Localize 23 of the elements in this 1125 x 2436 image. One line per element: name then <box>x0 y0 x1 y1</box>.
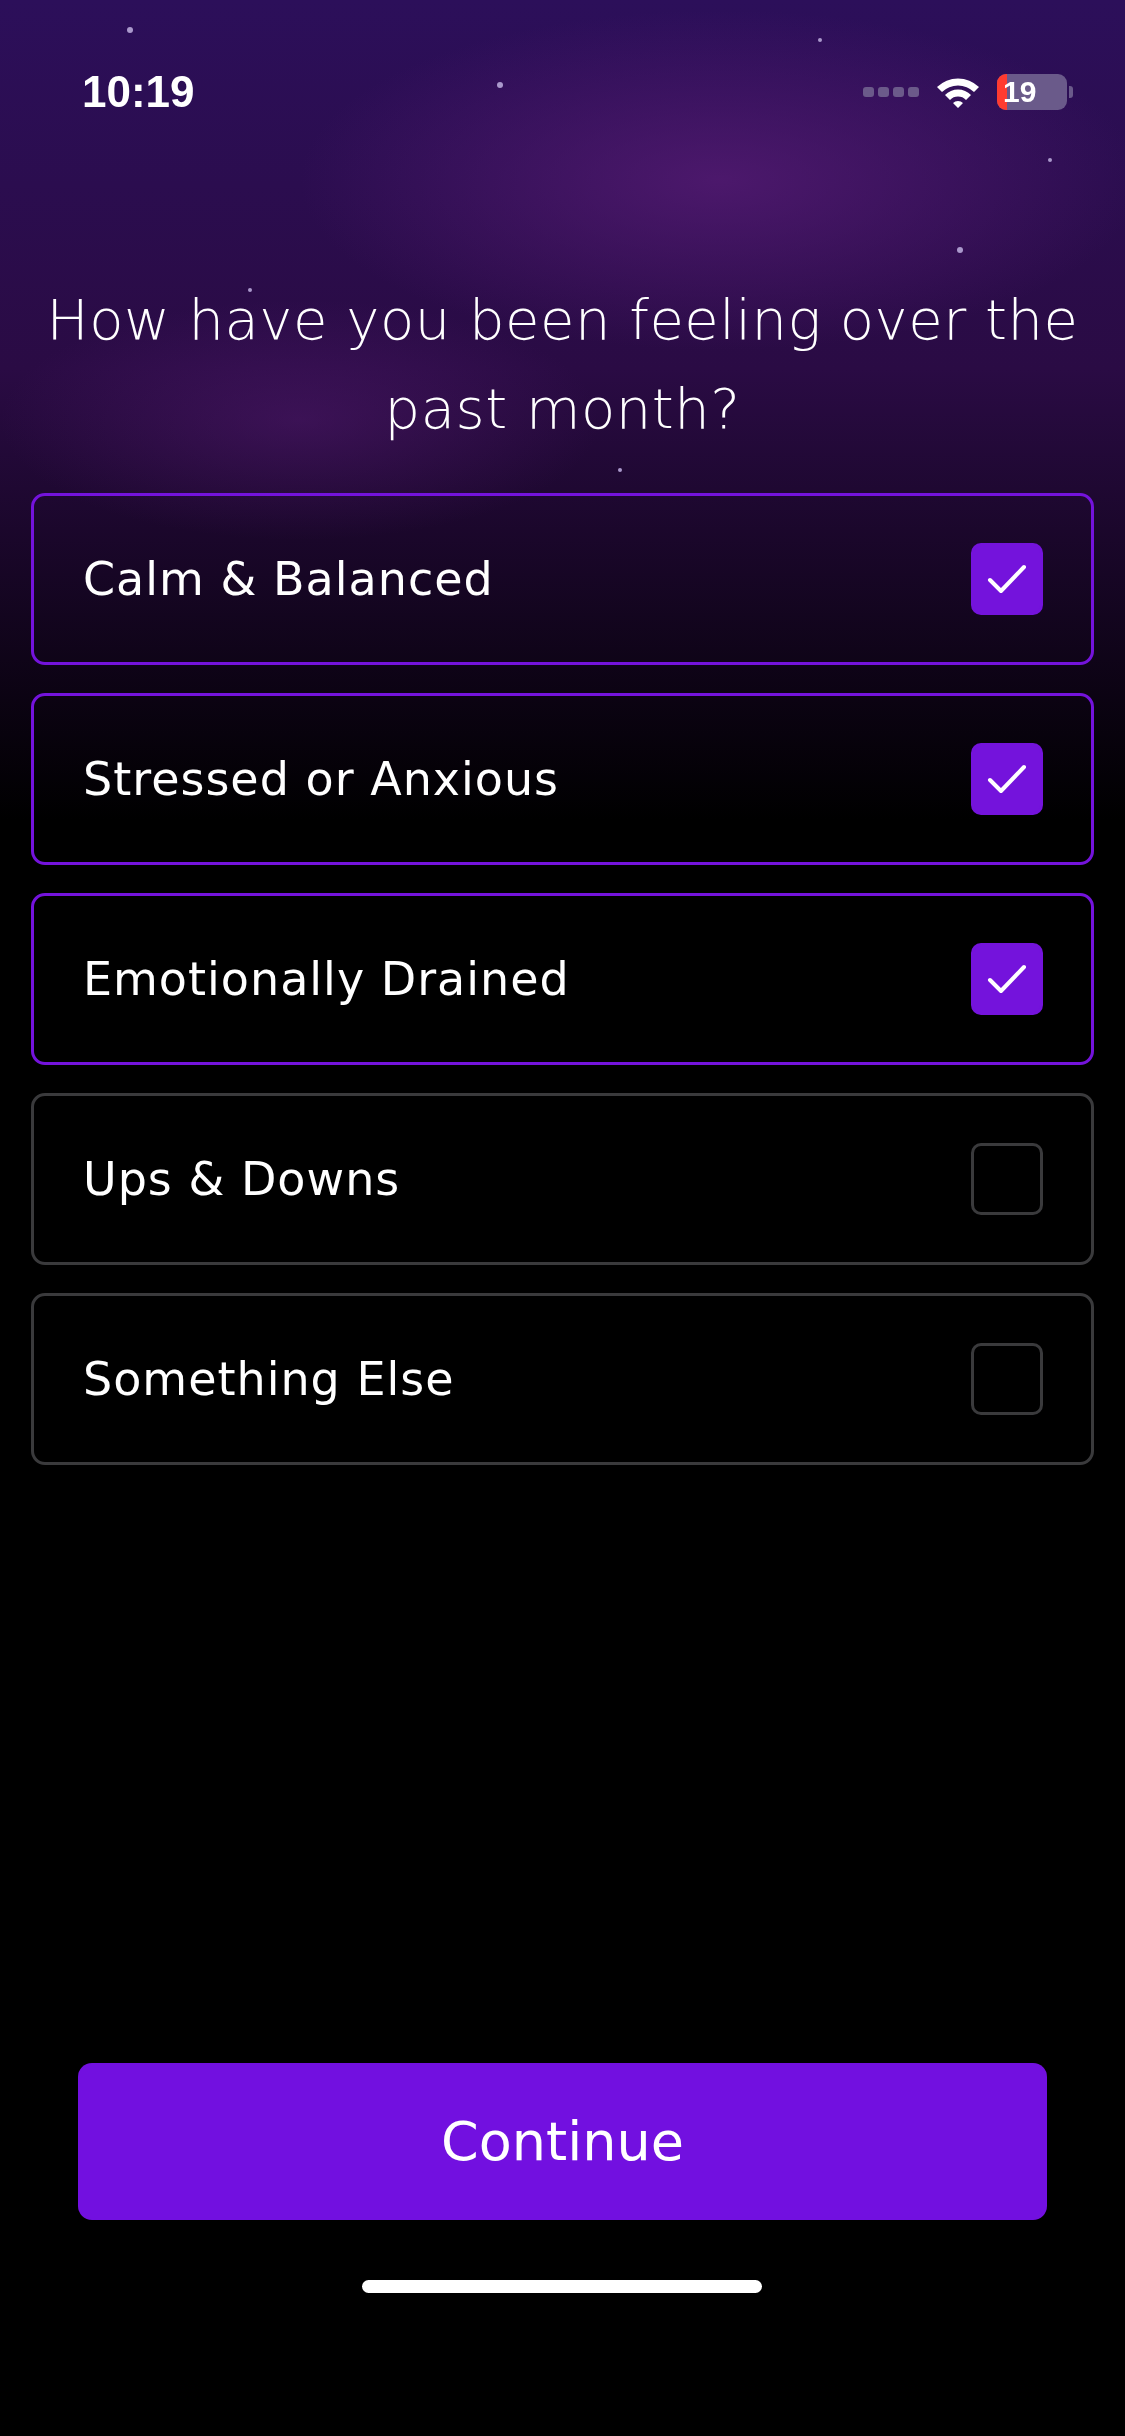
option-label: Something Else <box>83 1350 455 1408</box>
option-card[interactable]: Ups & Downs <box>31 1093 1094 1265</box>
option-label: Calm & Balanced <box>83 550 494 608</box>
option-card[interactable]: Something Else <box>31 1293 1094 1465</box>
option-label: Ups & Downs <box>83 1150 401 1208</box>
continue-button[interactable]: Continue <box>78 2063 1047 2220</box>
option-card[interactable]: Stressed or Anxious <box>31 693 1094 865</box>
question-title: How have you been feeling over the past month? <box>45 286 1080 443</box>
checkbox[interactable] <box>971 543 1043 615</box>
checkbox[interactable] <box>971 743 1043 815</box>
option-card[interactable]: Calm & Balanced <box>31 493 1094 665</box>
option-label: Stressed or Anxious <box>83 750 560 808</box>
option-card[interactable]: Emotionally Drained <box>31 893 1094 1065</box>
wifi-icon <box>935 75 981 109</box>
checkbox[interactable] <box>971 943 1043 1015</box>
option-label: Emotionally Drained <box>83 950 570 1008</box>
checkmark-icon <box>987 963 1027 995</box>
status-time: 10:19 <box>82 70 195 114</box>
checkbox[interactable] <box>971 1143 1043 1215</box>
checkbox[interactable] <box>971 1343 1043 1415</box>
checkmark-icon <box>987 563 1027 595</box>
cellular-signal-icon <box>863 85 919 99</box>
checkmark-icon <box>987 763 1027 795</box>
